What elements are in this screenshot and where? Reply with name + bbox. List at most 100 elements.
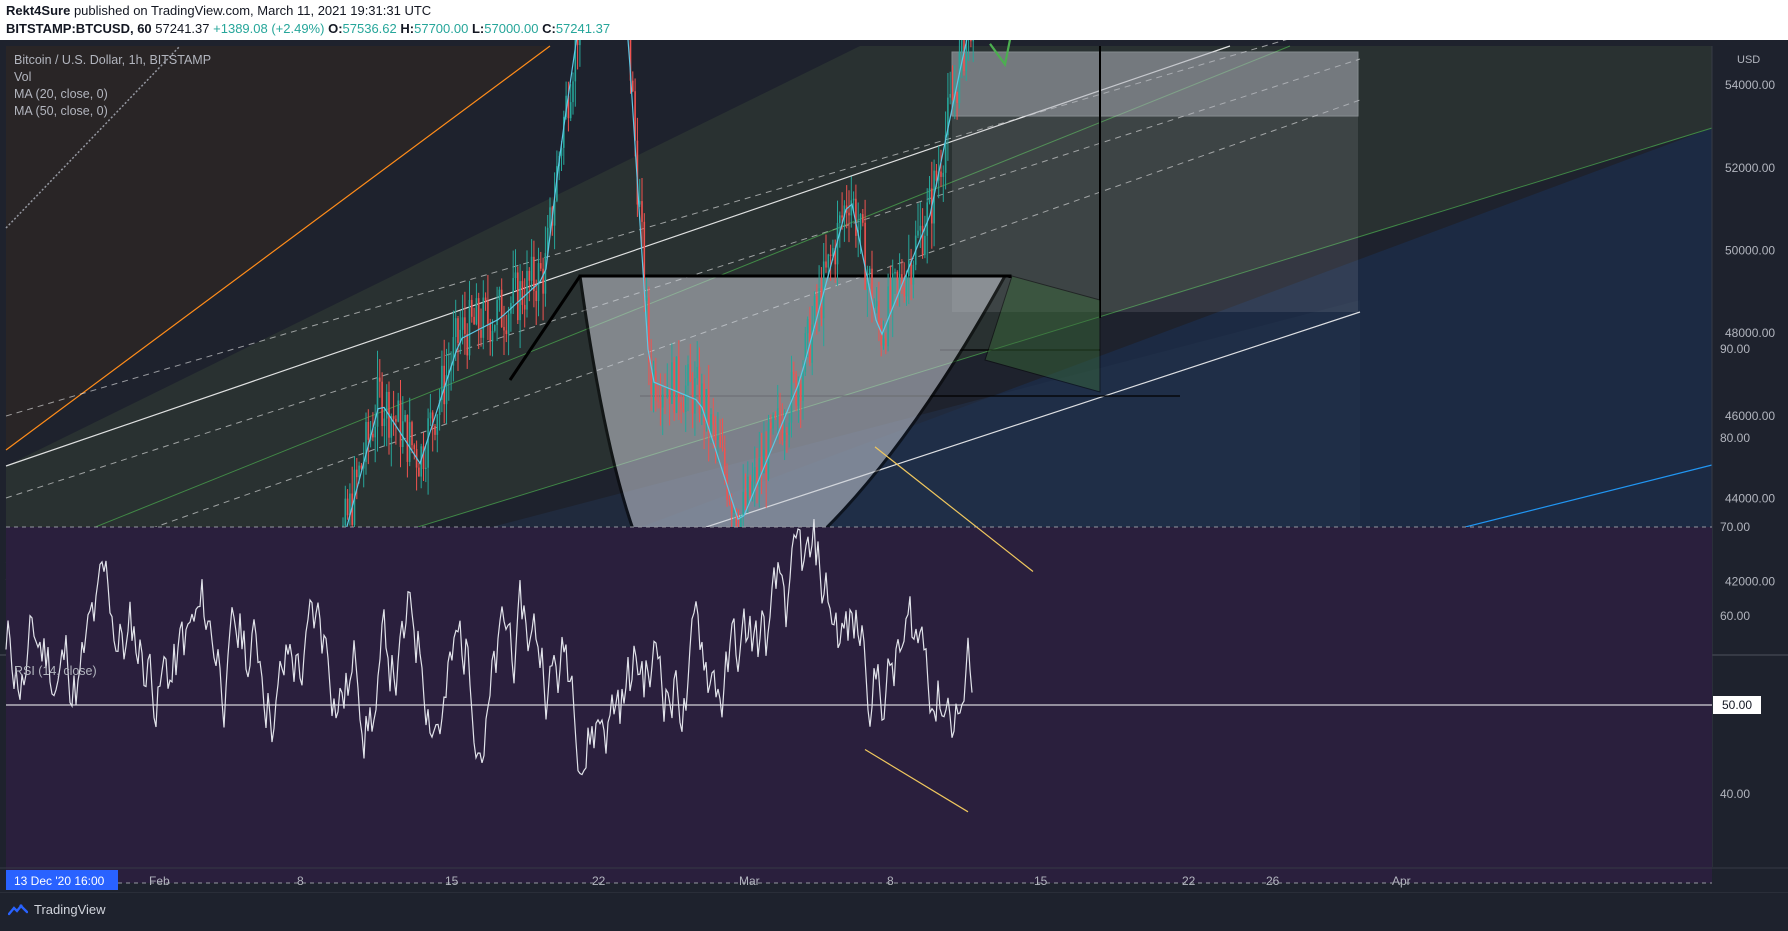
candle-body (829, 254, 832, 257)
candle-body (507, 313, 510, 335)
candle-body (374, 426, 376, 438)
candle-body (793, 371, 795, 375)
candle-body (682, 409, 685, 412)
candle-body (882, 338, 885, 346)
price-axis-tick: 42000.00 (1725, 574, 1775, 588)
candle-body (678, 356, 680, 403)
footer-bar: TradingView (0, 892, 1788, 931)
price-change: +1389.08 (+2.49%) (213, 21, 325, 36)
candle-body (673, 362, 675, 413)
price-axis-tick: 52000.00 (1725, 161, 1775, 175)
candle-body (903, 287, 905, 297)
candle-body (687, 364, 689, 386)
candle-body (464, 317, 466, 334)
rsi-axis-tick: 90.00 (1720, 342, 1750, 356)
ohlc-close: 57241.37 (555, 21, 611, 36)
candle-body (514, 272, 517, 278)
candle-body (436, 414, 439, 435)
candle-body (878, 301, 880, 326)
candle-body (885, 338, 887, 347)
candle-body (358, 465, 360, 478)
candle-body (569, 102, 572, 119)
candle-body (926, 202, 928, 236)
tradingview-logo-icon (8, 903, 28, 915)
rsi-axis-tick: 40.00 (1720, 787, 1750, 801)
candle-body (728, 499, 731, 502)
candle-body (749, 476, 751, 496)
tradingview-logo[interactable]: TradingView (8, 902, 106, 917)
candle-body (813, 296, 816, 325)
candle-body (540, 263, 542, 269)
candle-body (744, 491, 747, 506)
candle-body (859, 214, 862, 230)
candle-body (645, 297, 648, 301)
legend-vol[interactable]: Vol (14, 69, 211, 86)
ohlc-low: 57000.00 (484, 21, 539, 36)
candle-body (468, 299, 471, 356)
candle-body (786, 432, 788, 435)
candle-body (344, 498, 347, 526)
candle-body (657, 400, 659, 402)
candle-body (721, 447, 724, 449)
candle-body (783, 432, 786, 441)
price-axis-currency: USD (1737, 54, 1760, 66)
price-axis-tick: 44000.00 (1725, 492, 1775, 506)
candle-body (477, 298, 480, 330)
candle-body (367, 421, 370, 440)
candle-body (498, 289, 501, 301)
candle-body (404, 415, 406, 422)
time-axis-tick: 22 (592, 874, 606, 888)
candle-body (411, 422, 413, 446)
candle-body (392, 416, 395, 419)
candle-body (454, 318, 457, 338)
candle-body (346, 498, 349, 516)
candle-body (790, 371, 793, 423)
legend-ma20[interactable]: MA (20, close, 0) (14, 86, 211, 103)
candle-body (395, 418, 397, 422)
ohlc-o-label: O: (328, 21, 343, 36)
time-cursor-label: 13 Dec '20 16:00 (14, 874, 105, 888)
candle-body (951, 93, 954, 101)
candle-body (880, 325, 882, 346)
candle-body (659, 401, 662, 408)
rsi-50-label: 50.00 (1722, 698, 1752, 712)
legend-ma50[interactable]: MA (50, close, 0) (14, 103, 211, 120)
candle-body (383, 418, 386, 427)
price-axis-tick: 50000.00 (1725, 244, 1775, 258)
candle-body (666, 387, 669, 396)
candle-body (461, 317, 464, 330)
candle-body (480, 329, 482, 338)
candle-body (542, 268, 544, 294)
chart-canvas[interactable]: USD68000.0066000.0064000.0060000.0056000… (0, 0, 1788, 930)
publish-header: Rekt4Sure published on TradingView.com, … (0, 0, 1788, 40)
candle-body (714, 424, 717, 441)
ohlc-open: 57536.62 (342, 21, 397, 36)
legend-title[interactable]: Bitcoin / U.S. Dollar, 1h, BITSTAMP (14, 52, 211, 69)
candle-body (489, 323, 491, 342)
candle-body (526, 270, 528, 310)
candle-body (496, 300, 498, 326)
candle-body (753, 467, 756, 482)
candle-body (399, 400, 402, 448)
candle-body (924, 235, 926, 255)
candle-body (397, 400, 399, 422)
candle-body (406, 415, 409, 462)
time-axis-tick: Feb (149, 874, 170, 888)
author-name[interactable]: Rekt4Sure (6, 3, 70, 18)
candle-body (917, 230, 919, 236)
candle-body (898, 274, 901, 281)
rsi-legend[interactable]: RSI (14, close) (14, 664, 97, 678)
candle-body (806, 318, 809, 334)
time-axis-tick: Mar (739, 874, 760, 888)
candle-body (875, 301, 878, 307)
brand-name: TradingView (34, 902, 106, 917)
candle-body (528, 270, 531, 281)
candle-body (767, 422, 770, 480)
candle-body (724, 448, 726, 474)
candle-body (413, 445, 416, 450)
last-price: 57241.37 (155, 21, 210, 36)
candle-body (850, 200, 853, 216)
candle-body (719, 436, 721, 448)
candle-body (512, 278, 514, 303)
candle-body (482, 297, 485, 338)
